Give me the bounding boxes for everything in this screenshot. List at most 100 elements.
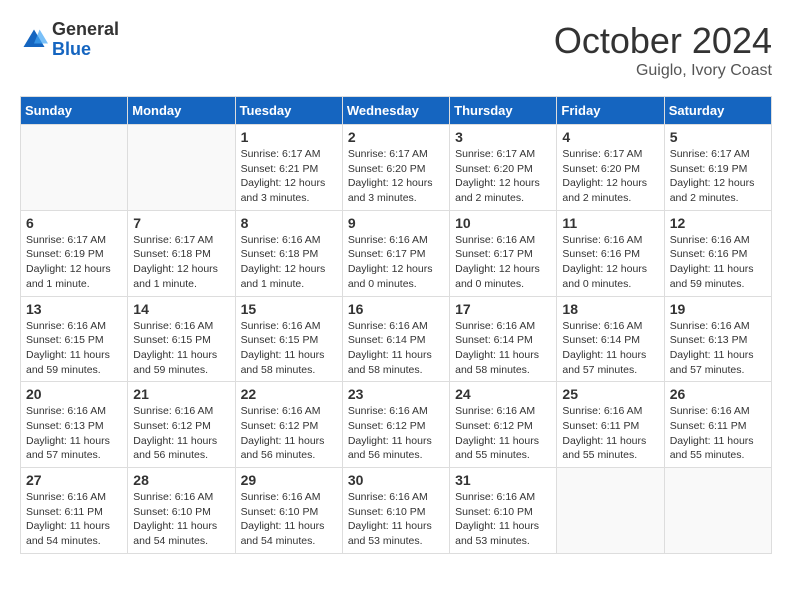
- day-info: Sunrise: 6:16 AM Sunset: 6:10 PM Dayligh…: [455, 490, 551, 549]
- column-header-saturday: Saturday: [664, 97, 771, 125]
- calendar-cell: 17 Sunrise: 6:16 AM Sunset: 6:14 PM Dayli…: [450, 296, 557, 382]
- calendar-cell: 2 Sunrise: 6:17 AM Sunset: 6:20 PM Daylig…: [342, 125, 449, 211]
- calendar-cell: [664, 468, 771, 554]
- calendar-cell: 27 Sunrise: 6:16 AM Sunset: 6:11 PM Dayli…: [21, 468, 128, 554]
- day-info: Sunrise: 6:16 AM Sunset: 6:12 PM Dayligh…: [455, 404, 551, 463]
- day-info: Sunrise: 6:16 AM Sunset: 6:17 PM Dayligh…: [455, 233, 551, 292]
- day-info: Sunrise: 6:16 AM Sunset: 6:14 PM Dayligh…: [348, 319, 444, 378]
- logo-icon: [20, 26, 48, 54]
- calendar-cell: [21, 125, 128, 211]
- day-number: 3: [455, 129, 551, 145]
- day-number: 27: [26, 472, 122, 488]
- column-header-wednesday: Wednesday: [342, 97, 449, 125]
- logo: General Blue: [20, 20, 119, 60]
- page-header: General Blue October 2024 Guiglo, Ivory …: [20, 20, 772, 80]
- day-info: Sunrise: 6:16 AM Sunset: 6:11 PM Dayligh…: [26, 490, 122, 549]
- day-number: 20: [26, 386, 122, 402]
- calendar-cell: 19Sunrise: 6:16 AM Sunset: 6:13 PM Dayli…: [664, 296, 771, 382]
- calendar-cell: 14Sunrise: 6:16 AM Sunset: 6:15 PM Dayli…: [128, 296, 235, 382]
- calendar-cell: 20 Sunrise: 6:16 AM Sunset: 6:13 PM Dayli…: [21, 382, 128, 468]
- day-number: 4: [562, 129, 658, 145]
- day-info: Sunrise: 6:17 AM Sunset: 6:20 PM Dayligh…: [348, 147, 444, 206]
- day-info: Sunrise: 6:16 AM Sunset: 6:14 PM Dayligh…: [455, 319, 551, 378]
- day-info: Sunrise: 6:16 AM Sunset: 6:17 PM Dayligh…: [348, 233, 444, 292]
- day-info: Sunrise: 6:16 AM Sunset: 6:15 PM Dayligh…: [26, 319, 122, 378]
- day-number: 31: [455, 472, 551, 488]
- calendar-cell: 7 Sunrise: 6:17 AM Sunset: 6:18 PM Daylig…: [128, 210, 235, 296]
- day-info: Sunrise: 6:16 AM Sunset: 6:12 PM Dayligh…: [241, 404, 337, 463]
- day-number: 5: [670, 129, 766, 145]
- calendar-cell: 8 Sunrise: 6:16 AM Sunset: 6:18 PM Daylig…: [235, 210, 342, 296]
- day-number: 6: [26, 215, 122, 231]
- calendar-cell: 11Sunrise: 6:16 AM Sunset: 6:16 PM Dayli…: [557, 210, 664, 296]
- calendar-cell: 6Sunrise: 6:17 AM Sunset: 6:19 PM Daylig…: [21, 210, 128, 296]
- day-number: 11: [562, 215, 658, 231]
- calendar-table: SundayMondayTuesdayWednesdayThursdayFrid…: [20, 96, 772, 554]
- day-number: 10: [455, 215, 551, 231]
- day-info: Sunrise: 6:16 AM Sunset: 6:16 PM Dayligh…: [670, 233, 766, 292]
- calendar-cell: 25 Sunrise: 6:16 AM Sunset: 6:11 PM Dayli…: [557, 382, 664, 468]
- calendar-cell: 22Sunrise: 6:16 AM Sunset: 6:12 PM Dayli…: [235, 382, 342, 468]
- column-header-monday: Monday: [128, 97, 235, 125]
- calendar-cell: 29Sunrise: 6:16 AM Sunset: 6:10 PM Dayli…: [235, 468, 342, 554]
- day-info: Sunrise: 6:16 AM Sunset: 6:12 PM Dayligh…: [348, 404, 444, 463]
- calendar-cell: 4 Sunrise: 6:17 AM Sunset: 6:20 PM Daylig…: [557, 125, 664, 211]
- day-info: Sunrise: 6:16 AM Sunset: 6:10 PM Dayligh…: [133, 490, 229, 549]
- calendar-cell: 18 Sunrise: 6:16 AM Sunset: 6:14 PM Dayli…: [557, 296, 664, 382]
- day-number: 7: [133, 215, 229, 231]
- day-number: 23: [348, 386, 444, 402]
- calendar-cell: 1 Sunrise: 6:17 AM Sunset: 6:21 PM Daylig…: [235, 125, 342, 211]
- day-number: 17: [455, 301, 551, 317]
- day-info: Sunrise: 6:17 AM Sunset: 6:19 PM Dayligh…: [670, 147, 766, 206]
- day-info: Sunrise: 6:16 AM Sunset: 6:15 PM Dayligh…: [133, 319, 229, 378]
- calendar-cell: 3 Sunrise: 6:17 AM Sunset: 6:20 PM Daylig…: [450, 125, 557, 211]
- calendar-cell: 16 Sunrise: 6:16 AM Sunset: 6:14 PM Dayli…: [342, 296, 449, 382]
- calendar-cell: 5 Sunrise: 6:17 AM Sunset: 6:19 PM Daylig…: [664, 125, 771, 211]
- day-number: 24: [455, 386, 551, 402]
- calendar-cell: 24 Sunrise: 6:16 AM Sunset: 6:12 PM Dayli…: [450, 382, 557, 468]
- day-info: Sunrise: 6:16 AM Sunset: 6:15 PM Dayligh…: [241, 319, 337, 378]
- day-number: 9: [348, 215, 444, 231]
- calendar-cell: 30Sunrise: 6:16 AM Sunset: 6:10 PM Dayli…: [342, 468, 449, 554]
- month-title: October 2024: [554, 20, 772, 62]
- calendar-week-row: 6Sunrise: 6:17 AM Sunset: 6:19 PM Daylig…: [21, 210, 772, 296]
- calendar-cell: [557, 468, 664, 554]
- calendar-week-row: 13 Sunrise: 6:16 AM Sunset: 6:15 PM Dayli…: [21, 296, 772, 382]
- day-number: 13: [26, 301, 122, 317]
- day-info: Sunrise: 6:17 AM Sunset: 6:18 PM Dayligh…: [133, 233, 229, 292]
- day-number: 30: [348, 472, 444, 488]
- day-number: 29: [241, 472, 337, 488]
- day-number: 8: [241, 215, 337, 231]
- calendar-cell: 26Sunrise: 6:16 AM Sunset: 6:11 PM Dayli…: [664, 382, 771, 468]
- calendar-week-row: 27 Sunrise: 6:16 AM Sunset: 6:11 PM Dayli…: [21, 468, 772, 554]
- logo-blue-text: Blue: [52, 40, 119, 60]
- day-number: 1: [241, 129, 337, 145]
- day-number: 25: [562, 386, 658, 402]
- day-info: Sunrise: 6:16 AM Sunset: 6:13 PM Dayligh…: [26, 404, 122, 463]
- calendar-cell: 28 Sunrise: 6:16 AM Sunset: 6:10 PM Dayli…: [128, 468, 235, 554]
- day-number: 12: [670, 215, 766, 231]
- title-block: October 2024 Guiglo, Ivory Coast: [554, 20, 772, 80]
- day-info: Sunrise: 6:16 AM Sunset: 6:11 PM Dayligh…: [562, 404, 658, 463]
- calendar-week-row: 20 Sunrise: 6:16 AM Sunset: 6:13 PM Dayli…: [21, 382, 772, 468]
- day-number: 28: [133, 472, 229, 488]
- column-header-sunday: Sunday: [21, 97, 128, 125]
- calendar-cell: 10 Sunrise: 6:16 AM Sunset: 6:17 PM Dayli…: [450, 210, 557, 296]
- day-number: 16: [348, 301, 444, 317]
- column-header-thursday: Thursday: [450, 97, 557, 125]
- day-number: 18: [562, 301, 658, 317]
- day-info: Sunrise: 6:17 AM Sunset: 6:20 PM Dayligh…: [455, 147, 551, 206]
- day-number: 2: [348, 129, 444, 145]
- calendar-cell: 31 Sunrise: 6:16 AM Sunset: 6:10 PM Dayli…: [450, 468, 557, 554]
- location-subtitle: Guiglo, Ivory Coast: [554, 62, 772, 80]
- day-info: Sunrise: 6:16 AM Sunset: 6:14 PM Dayligh…: [562, 319, 658, 378]
- day-number: 19: [670, 301, 766, 317]
- day-info: Sunrise: 6:17 AM Sunset: 6:20 PM Dayligh…: [562, 147, 658, 206]
- column-header-tuesday: Tuesday: [235, 97, 342, 125]
- day-number: 26: [670, 386, 766, 402]
- day-info: Sunrise: 6:16 AM Sunset: 6:12 PM Dayligh…: [133, 404, 229, 463]
- day-info: Sunrise: 6:17 AM Sunset: 6:21 PM Dayligh…: [241, 147, 337, 206]
- calendar-cell: 15Sunrise: 6:16 AM Sunset: 6:15 PM Dayli…: [235, 296, 342, 382]
- day-info: Sunrise: 6:16 AM Sunset: 6:18 PM Dayligh…: [241, 233, 337, 292]
- calendar-cell: [128, 125, 235, 211]
